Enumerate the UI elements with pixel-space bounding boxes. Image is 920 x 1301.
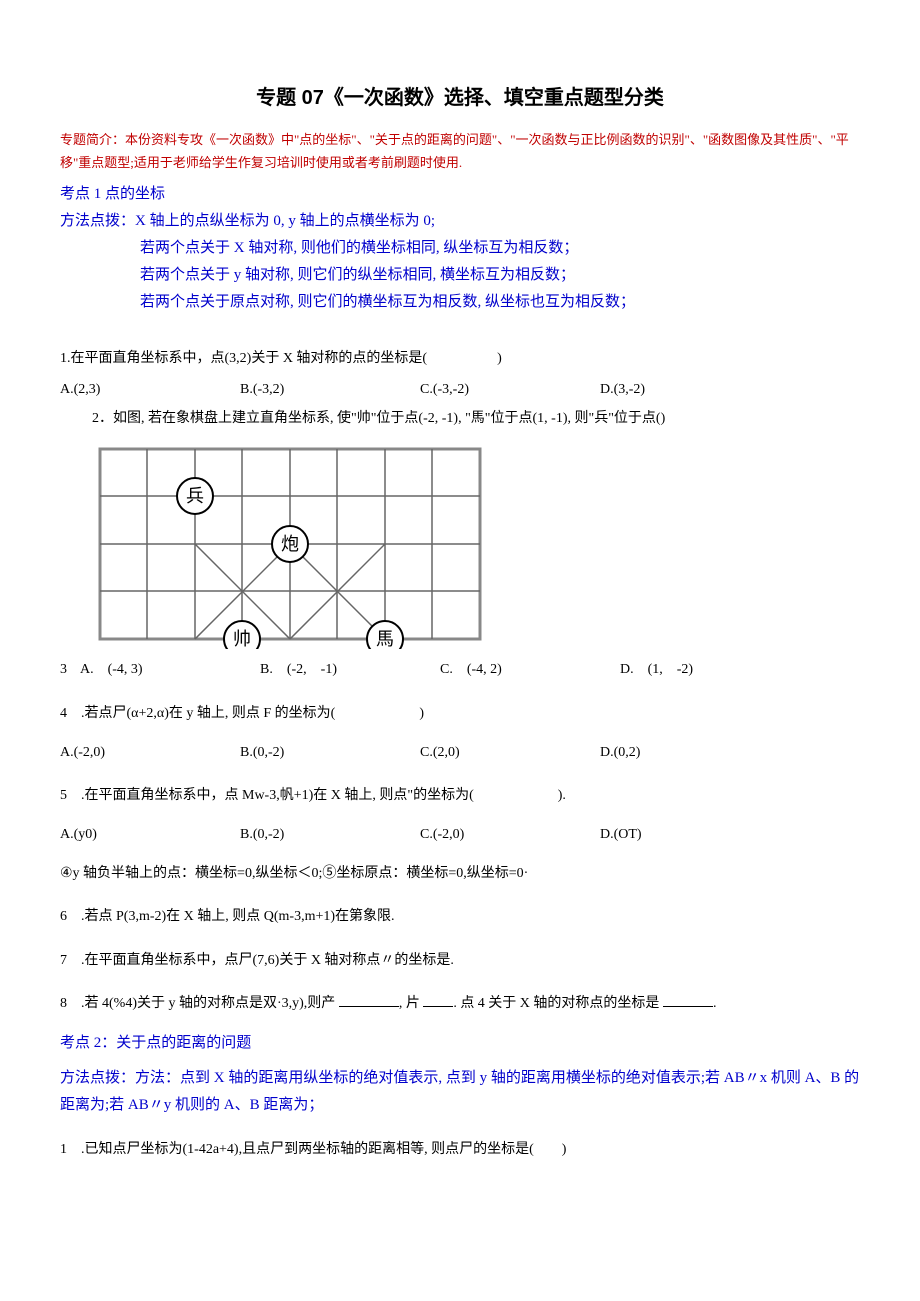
method-1-line3: 若两个点关于 y 轴对称, 则它们的纵坐标相同, 横坐标互为相反数； — [60, 262, 860, 289]
q5-option-a: A.(y0) — [60, 822, 240, 847]
q3-option-b: B. (-2, -1) — [260, 657, 440, 682]
page-title: 专题 07《一次函数》选择、填空重点题型分类 — [60, 80, 860, 116]
question-5-options: A.(y0) B.(0,-2) C.(-2,0) D.(OT) — [60, 822, 860, 847]
svg-text:帅: 帅 — [233, 629, 251, 649]
chess-piece-ma: 馬 — [367, 621, 403, 649]
chess-piece-bing: 兵 — [177, 478, 213, 514]
blank-1 — [339, 1006, 399, 1007]
question-6: 6 .若点 P(3,m-2)在 X 轴上, 则点 Q(m-3,m+1)在第象限. — [60, 904, 860, 929]
blank-3 — [663, 1006, 713, 1007]
q8-part-b: , 片 — [399, 996, 424, 1011]
question-4-options: A.(-2,0) B.(0,-2) C.(2,0) D.(0,2) — [60, 740, 860, 765]
question-2: 2．如图, 若在象棋盘上建立直角坐标系, 使"帅"位于点(-2, -1), "馬… — [60, 406, 860, 431]
method-1-line2: 若两个点关于 X 轴对称, 则他们的横坐标相同, 纵坐标互为相反数； — [60, 235, 860, 262]
chess-board-figure: 兵 炮 帅 馬 — [90, 439, 860, 649]
question-1: 1.在平面直角坐标系中，点(3,2)关于 X 轴对称的点的坐标是( ) — [60, 346, 860, 371]
question-4: 4 .若点尸(α+2,α)在 y 轴上, 则点 F 的坐标为( ) — [60, 701, 860, 726]
q1-option-a: A.(2,3) — [60, 377, 240, 402]
q3-option-c: C. (-4, 2) — [440, 657, 620, 682]
q8-part-c: . 点 4 关于 X 轴的对称点的坐标是 — [453, 996, 663, 1011]
chess-piece-shuai: 帅 — [224, 621, 260, 649]
q3-option-a: A. (-4, 3) — [80, 657, 260, 682]
method-1-line4: 若两个点关于原点对称, 则它们的横坐标互为相反数, 纵坐标也互为相反数； — [60, 289, 860, 316]
svg-text:兵: 兵 — [186, 486, 204, 506]
kaodian-1-heading: 考点 1 点的坐标 — [60, 181, 860, 208]
q1-option-b: B.(-3,2) — [240, 377, 420, 402]
q3-option-d: D. (1, -2) — [620, 657, 780, 682]
q3-lead: 3 — [60, 657, 80, 682]
q8-part-d: . — [713, 996, 717, 1011]
q5-option-b: B.(0,-2) — [240, 822, 420, 847]
q5-option-c: C.(-2,0) — [420, 822, 600, 847]
svg-text:炮: 炮 — [281, 534, 299, 554]
q4-option-a: A.(-2,0) — [60, 740, 240, 765]
kaodian-2-heading: 考点 2：关于点的距离的问题 — [60, 1030, 860, 1057]
method-1-line1: 方法点拨：X 轴上的点纵坐标为 0, y 轴上的点横坐标为 0; — [60, 208, 860, 235]
kd2-question-1: 1 .已知点尸坐标为(1-42a+4),且点尸到两坐标轴的距离相等, 则点尸的坐… — [60, 1137, 860, 1162]
q4-option-b: B.(0,-2) — [240, 740, 420, 765]
question-7: 7 .在平面直角坐标系中，点尸(7,6)关于 X 轴对称点〃的坐标是. — [60, 948, 860, 973]
chess-board-svg: 兵 炮 帅 馬 — [90, 439, 490, 649]
axis-note: ④y 轴负半轴上的点：横坐标=0,纵坐标＜0;⑤坐标原点：横坐标=0,纵坐标=0… — [60, 861, 860, 886]
question-3-options: 3 A. (-4, 3) B. (-2, -1) C. (-4, 2) D. (… — [60, 657, 860, 682]
question-8: 8 .若 4(%4)关于 y 轴的对称点是双·3,y),则产 , 片 . 点 4… — [60, 991, 860, 1016]
q1-option-d: D.(3,-2) — [600, 377, 760, 402]
svg-text:馬: 馬 — [376, 629, 394, 649]
question-1-options: A.(2,3) B.(-3,2) C.(-3,-2) D.(3,-2) — [60, 377, 860, 402]
method-2-line1: 方法点拨：方法：点到 X 轴的距离用纵坐标的绝对值表示, 点到 y 轴的距离用横… — [60, 1065, 860, 1119]
blank-2 — [423, 1006, 453, 1007]
q8-part-a: 8 .若 4(%4)关于 y 轴的对称点是双·3,y),则产 — [60, 996, 339, 1011]
topic-intro: 专题简介：本份资料专攻《一次函数》中"点的坐标"、"关于点的距离的问题"、"一次… — [60, 128, 860, 175]
chess-piece-pao: 炮 — [272, 526, 308, 562]
question-5: 5 .在平面直角坐标系中，点 Mw-3,帆+1)在 X 轴上, 则点"的坐标为(… — [60, 783, 860, 808]
q4-option-d: D.(0,2) — [600, 740, 760, 765]
q5-option-d: D.(OT) — [600, 822, 760, 847]
q4-option-c: C.(2,0) — [420, 740, 600, 765]
q1-option-c: C.(-3,-2) — [420, 377, 600, 402]
